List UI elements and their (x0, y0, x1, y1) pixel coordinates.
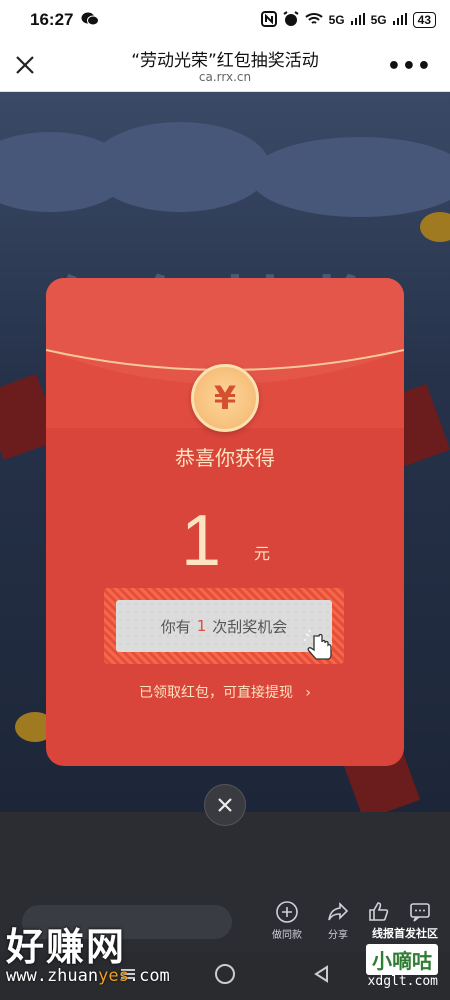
signal-bars-icon (350, 12, 365, 28)
close-icon (218, 798, 232, 812)
share-button[interactable]: 分享 (326, 900, 350, 941)
signal-label-2: 5G (370, 13, 387, 27)
red-envelope-modal: ¥ 恭喜你获得 1 元 你有 1 次刮奖机会 已领取红包，可直接提现 › (46, 278, 404, 766)
watermark-badge: 小嘀咕 (366, 944, 438, 975)
signal-label-1: 5G (328, 13, 345, 27)
make-same-button[interactable]: 做同款 (272, 900, 302, 941)
share-label: 分享 (328, 930, 348, 941)
wifi-icon (304, 12, 323, 29)
watermark-tag: 线报首发社区 (372, 927, 438, 940)
scratch-suffix: 次刮奖机会 (212, 617, 288, 636)
browser-title-bar: “劳动光荣”红包抽奖活动 ca.rrx.cn ••• (0, 40, 450, 92)
like-icon (369, 902, 389, 921)
back-icon[interactable] (312, 964, 332, 988)
prize-unit: 元 (254, 544, 271, 563)
withdraw-link[interactable]: 已领取红包，可直接提现 › (46, 682, 404, 702)
modal-close-button[interactable] (204, 784, 246, 826)
scratch-card-frame: 你有 1 次刮奖机会 (104, 588, 344, 664)
signal-bars-icon (392, 12, 407, 28)
share-icon (328, 902, 349, 921)
withdraw-text: 已领取红包，可直接提现 (138, 685, 293, 701)
page-domain: ca.rrx.cn (198, 70, 252, 84)
scratch-count: 1 (196, 617, 207, 635)
battery-indicator: 43 (412, 12, 436, 28)
watermark-site: xdglt.com (367, 974, 438, 989)
more-menu-icon[interactable]: ••• (387, 54, 432, 79)
like-button[interactable] (367, 900, 391, 924)
wechat-icon (81, 11, 100, 30)
watermark-brand: 好赚网 (6, 925, 127, 969)
congrats-text: 恭喜你获得 (175, 446, 275, 470)
comment-icon (410, 903, 430, 922)
status-time: 16:27 (30, 10, 74, 29)
scratch-card[interactable]: 你有 1 次刮奖机会 (116, 600, 332, 660)
prize-amount: 1 (181, 501, 222, 581)
page-title: “劳动光荣”红包抽奖活动 (131, 51, 319, 71)
watermark-url: www.zhuanyes.com (6, 966, 170, 986)
home-icon[interactable] (214, 963, 236, 989)
alarm-icon (283, 10, 299, 30)
pointing-hand-icon (304, 629, 338, 664)
make-same-label: 做同款 (272, 930, 302, 941)
scratch-prefix: 你有 (160, 617, 191, 636)
plus-circle-icon (276, 901, 298, 923)
nfc-icon (260, 10, 277, 30)
open-coin-button[interactable]: ¥ (191, 364, 259, 432)
status-bar: 16:27 5G 5G 43 (0, 0, 450, 40)
comment-button[interactable] (408, 900, 432, 924)
chevron-right-icon: › (305, 685, 312, 701)
